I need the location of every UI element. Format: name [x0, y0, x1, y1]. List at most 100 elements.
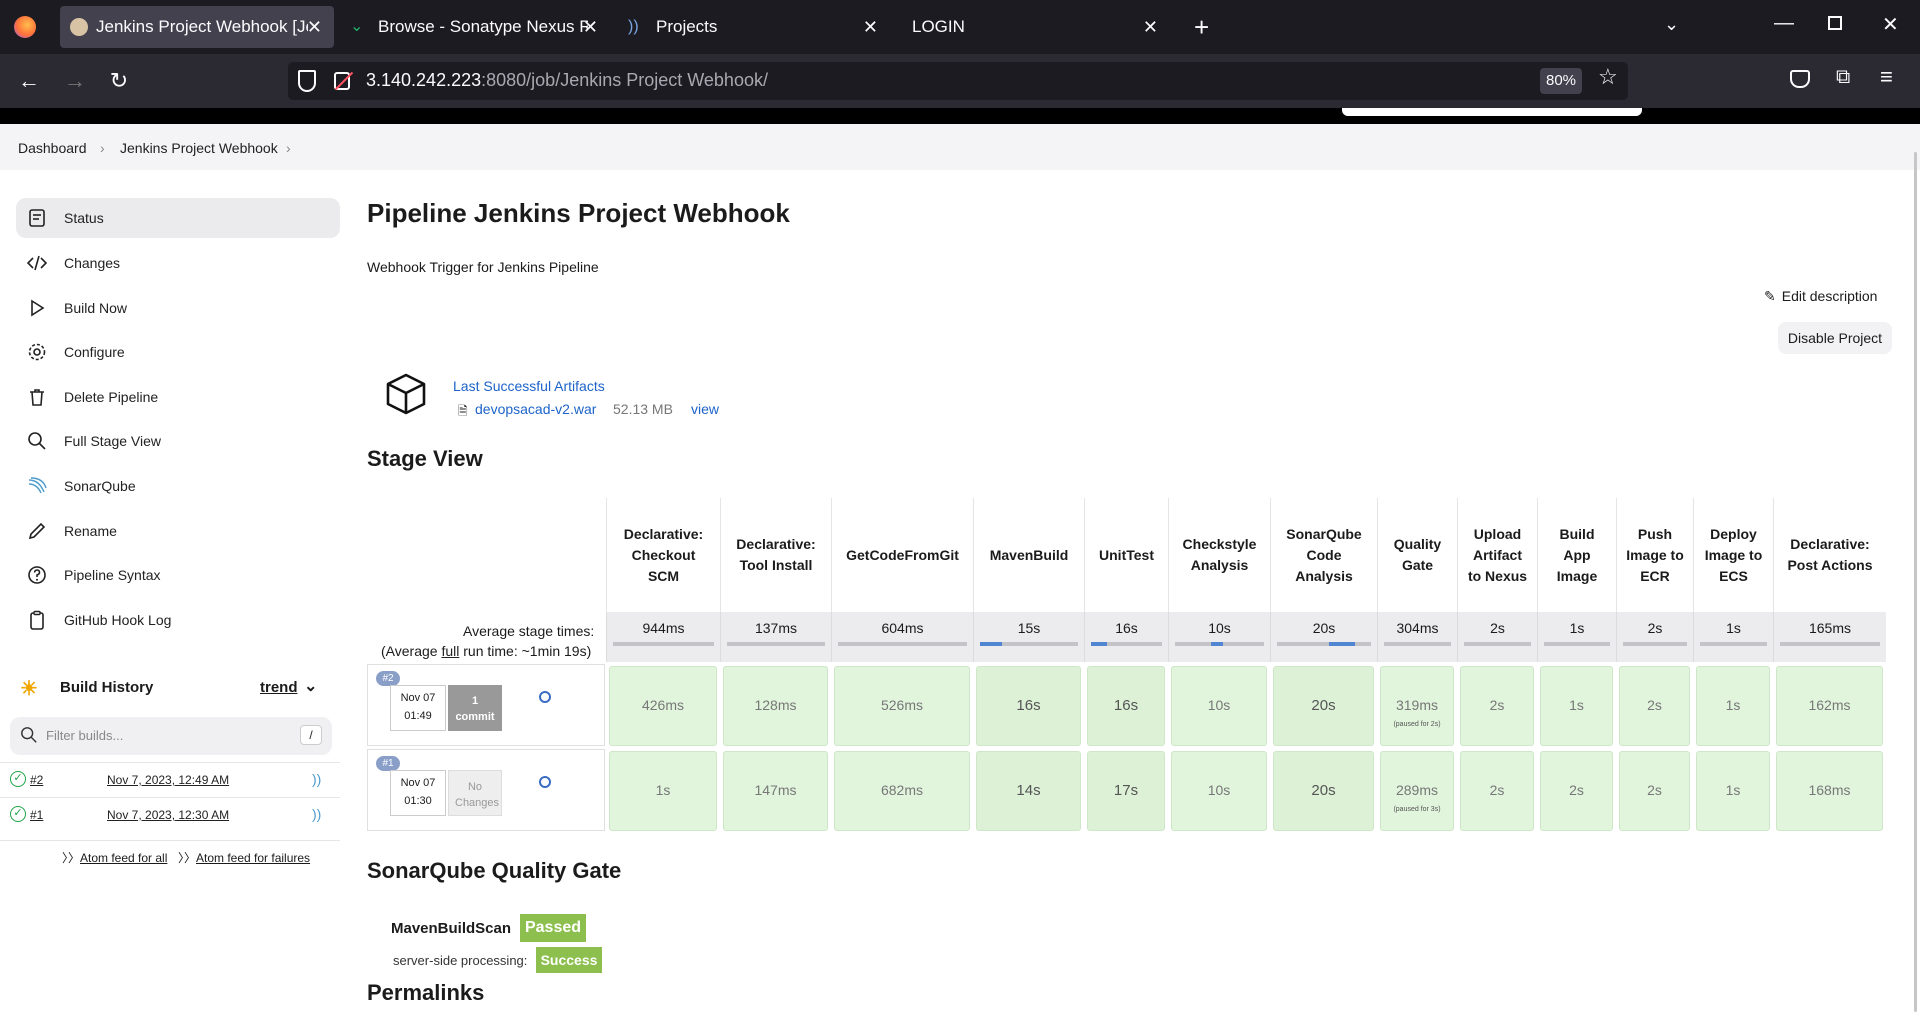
sidebar-item-configure[interactable]: Configure	[16, 332, 340, 372]
stage-cell[interactable]: 2s	[1460, 666, 1534, 746]
sidebar-item-status[interactable]: Status	[16, 198, 340, 238]
close-tab-icon[interactable]: ✕	[1143, 17, 1158, 38]
close-window-icon[interactable]: ✕	[1882, 12, 1899, 37]
stage-cell[interactable]: 2s	[1619, 751, 1690, 831]
zoom-level[interactable]: 80%	[1540, 68, 1582, 94]
trend-link[interactable]: trend	[260, 679, 298, 696]
full-run-link[interactable]: full	[441, 643, 459, 659]
stage-average-bar	[980, 642, 1078, 646]
sidebar-item-sonarqube[interactable]: SonarQube	[16, 466, 340, 506]
stage-cell[interactable]: 319ms (paused for 2s)	[1380, 666, 1454, 746]
last-successful-artifacts-link[interactable]: Last Successful Artifacts	[453, 378, 605, 394]
run-changes[interactable]: No Changes	[448, 770, 502, 816]
run-badge[interactable]: #2	[376, 671, 400, 686]
breadcrumb-dashboard[interactable]: Dashboard	[18, 140, 87, 156]
atom-feed-all-link[interactable]: Atom feed for all	[80, 851, 167, 865]
sidebar-item-github-hook-log[interactable]: GitHub Hook Log	[16, 600, 340, 640]
scrollbar[interactable]	[1914, 152, 1917, 1012]
stage-cell[interactable]: 426ms	[609, 666, 717, 746]
sidebar-item-full-stage-view[interactable]: Full Stage View	[16, 421, 340, 461]
build-row: ✓ #1 Nov 7, 2023, 12:30 AM ))	[0, 797, 340, 831]
close-tab-icon[interactable]: ✕	[583, 17, 598, 38]
tab-jenkins[interactable]: Jenkins Project Webhook [Jenkins] ✕	[60, 6, 334, 48]
stage-cell[interactable]: 1s	[609, 751, 717, 831]
jenkins-search-box[interactable]	[1342, 108, 1642, 116]
run-status-icon[interactable]	[539, 691, 551, 703]
build-date-link[interactable]: Nov 7, 2023, 12:49 AM	[107, 773, 229, 787]
stage-cell[interactable]: 10s	[1171, 666, 1267, 746]
stage-cell[interactable]: 2s	[1619, 666, 1690, 746]
stage-cell[interactable]: 10s	[1171, 751, 1267, 831]
filter-builds-input[interactable]: Filter builds... /	[10, 717, 332, 755]
stage-cell[interactable]: 128ms	[723, 666, 828, 746]
stage-cell[interactable]: 168ms	[1776, 751, 1883, 831]
run-badge[interactable]: #1	[376, 756, 400, 771]
stage-cell[interactable]: 14s	[976, 751, 1081, 831]
console-icon[interactable]: ))	[312, 806, 321, 822]
artifact-view-link[interactable]: view	[691, 401, 719, 417]
build-date-link[interactable]: Nov 7, 2023, 12:30 AM	[107, 808, 229, 822]
sidebar-item-label: Build Now	[64, 300, 128, 316]
edit-description-link[interactable]: ✎ Edit description	[1764, 288, 1877, 305]
stage-cell[interactable]: 682ms	[834, 751, 970, 831]
console-icon[interactable]: ))	[312, 771, 321, 787]
new-tab-icon[interactable]: +	[1194, 12, 1209, 43]
firefox-logo-icon[interactable]	[14, 16, 36, 38]
stage-cell[interactable]: 162ms	[1776, 666, 1883, 746]
stage-cell[interactable]: 16s	[976, 666, 1081, 746]
tab-projects[interactable]: )) Projects ✕	[614, 6, 890, 48]
stage-cell[interactable]: 147ms	[723, 751, 828, 831]
stage-cell[interactable]: 20s	[1273, 666, 1374, 746]
close-tab-icon[interactable]: ✕	[307, 17, 322, 38]
run-info[interactable]: #1 Nov 07 01:30 No Changes	[367, 749, 605, 831]
minimize-icon[interactable]: —	[1774, 12, 1794, 35]
build-number-link[interactable]: #1	[30, 808, 43, 822]
run-info[interactable]: #2 Nov 07 01:49 1 commit	[367, 664, 605, 746]
artifact-file-link[interactable]: devopsacad-v2.war	[475, 401, 596, 417]
stage-cell[interactable]: 1s	[1696, 666, 1770, 746]
build-number-link[interactable]: #2	[30, 773, 43, 787]
success-icon: ✓	[10, 771, 26, 787]
stage-header: Quality Gate	[1377, 498, 1457, 612]
extensions-icon[interactable]: ⧉	[1836, 66, 1850, 89]
run-status-icon[interactable]	[539, 776, 551, 788]
sidebar-item-pipeline-syntax[interactable]: Pipeline Syntax	[16, 555, 340, 595]
forward-icon[interactable]: →	[62, 68, 88, 94]
menu-icon[interactable]: ≡	[1880, 64, 1893, 90]
sidebar-item-rename[interactable]: Rename	[16, 511, 340, 551]
tab-nexus[interactable]: ⌄ Browse - Sonatype Nexus Repository ✕	[338, 6, 610, 48]
tab-login[interactable]: LOGIN ✕	[894, 6, 1170, 48]
shield-icon[interactable]	[298, 70, 316, 92]
atom-feed-failures-link[interactable]: Atom feed for failures	[196, 851, 310, 865]
stage-cell[interactable]: 20s	[1273, 751, 1374, 831]
bookmark-star-icon[interactable]: ☆	[1598, 64, 1618, 90]
chevron-down-icon[interactable]: ⌄	[304, 676, 317, 696]
stage-cell[interactable]: 2s	[1460, 751, 1534, 831]
sidebar-item-build-now[interactable]: Build Now	[16, 288, 340, 328]
stage-cell[interactable]: 1s	[1696, 751, 1770, 831]
run-changes[interactable]: 1 commit	[448, 685, 502, 731]
stage-cell[interactable]: 1s	[1540, 666, 1613, 746]
sidebar-item-changes[interactable]: Changes	[16, 243, 340, 283]
breadcrumb-job[interactable]: Jenkins Project Webhook	[120, 140, 278, 156]
back-icon[interactable]: ←	[16, 68, 42, 94]
list-tabs-icon[interactable]: ⌄	[1664, 14, 1679, 35]
stage-cell[interactable]: 526ms	[834, 666, 970, 746]
restore-icon[interactable]	[1828, 16, 1842, 30]
sun-icon: ☀	[20, 678, 38, 700]
disable-project-button[interactable]: Disable Project	[1778, 322, 1892, 354]
code-icon	[26, 252, 48, 274]
stage-cell[interactable]: 17s	[1087, 751, 1165, 831]
sidebar-item-delete-pipeline[interactable]: Delete Pipeline	[16, 377, 340, 417]
close-tab-icon[interactable]: ✕	[863, 17, 878, 38]
stage-cell[interactable]: 289ms (paused for 3s)	[1380, 751, 1454, 831]
stage-cell[interactable]: 2s	[1540, 751, 1613, 831]
stage-average-value: 10s	[1208, 620, 1231, 636]
stage-average-time: 15s	[973, 612, 1084, 662]
stage-average-value: 2s	[1647, 620, 1663, 636]
pocket-icon[interactable]	[1790, 70, 1810, 88]
url-text[interactable]: 3.140.242.223:8080/job/Jenkins Project W…	[366, 70, 768, 91]
stage-cell[interactable]: 16s	[1087, 666, 1165, 746]
stage-header: Deploy Image to ECS	[1693, 498, 1773, 612]
reload-icon[interactable]: ↻	[106, 68, 132, 94]
